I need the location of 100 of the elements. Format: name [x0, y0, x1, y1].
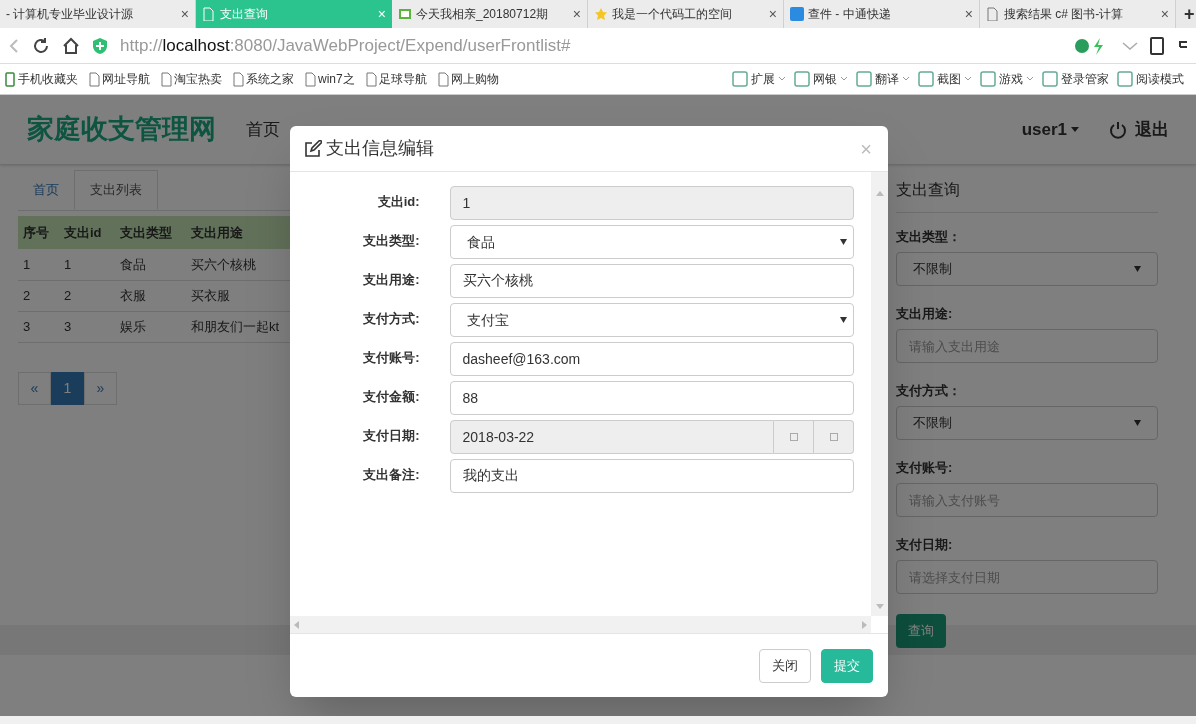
- table-cell: 买衣服: [186, 280, 286, 311]
- caret-icon: [902, 76, 910, 82]
- shield-icon: [92, 36, 108, 55]
- input-field[interactable]: 88: [449, 381, 854, 415]
- toolbar-icon: [1117, 71, 1133, 87]
- bookmark-link[interactable]: 网上购物: [450, 70, 499, 88]
- field-label: 支出用途:: [896, 306, 954, 321]
- tablet-icon: [1150, 36, 1164, 55]
- square-icon: [829, 433, 838, 441]
- back-icon: [8, 37, 20, 54]
- table-cell: 2: [59, 280, 115, 311]
- tab[interactable]: 支出列表: [74, 170, 158, 210]
- user-menu[interactable]: user1: [1021, 116, 1079, 143]
- page-icon: [88, 71, 100, 87]
- toolbar-button[interactable]: 翻译: [875, 70, 899, 88]
- field-label: 支出类型：: [896, 229, 962, 244]
- scroll-left-icon: [294, 620, 299, 629]
- toolbar-button[interactable]: 网银: [813, 70, 837, 88]
- input-field[interactable]: 我的支出: [449, 459, 854, 493]
- column-header: 支出用途: [186, 216, 286, 249]
- nav-link[interactable]: 首页: [246, 116, 280, 143]
- modal-title: 支出信息编辑: [326, 137, 434, 160]
- field-label: 支出备注:: [362, 466, 420, 484]
- close-icon[interactable]: ×: [1160, 3, 1169, 25]
- table-cell: 娱乐: [115, 311, 186, 342]
- bookmark-link[interactable]: 淘宝热卖: [174, 70, 222, 88]
- field-label: 支出类型:: [362, 232, 420, 250]
- caret-icon: [964, 76, 972, 82]
- reload-icon: [32, 36, 50, 55]
- star-icon: [594, 7, 608, 21]
- toolbar-button[interactable]: 扩展: [751, 70, 775, 88]
- column-header: 序号: [18, 216, 59, 249]
- bookmark-link[interactable]: 手机收藏夹: [18, 70, 78, 88]
- tab-label: - 计算机专业毕业设计源: [6, 6, 135, 23]
- toolbar-icon: [732, 71, 748, 87]
- dialog-button[interactable]: 关闭: [759, 648, 811, 683]
- select-field[interactable]: 食品: [449, 225, 854, 259]
- bookmark-link[interactable]: 系统之家: [246, 70, 294, 88]
- home-icon: [62, 36, 80, 55]
- input-field[interactable]: 买六个核桃: [449, 264, 854, 298]
- phone-icon: [4, 71, 16, 87]
- select-field[interactable]: 支付宝: [449, 303, 854, 337]
- caret-icon: [840, 239, 847, 245]
- caret-icon: [1026, 76, 1034, 82]
- page-icon: [436, 71, 449, 87]
- table-cell: 1: [18, 249, 59, 280]
- toolbar-icon: [794, 71, 810, 87]
- toolbar-icon: [980, 71, 996, 87]
- date-field: 2018-03-22: [449, 420, 774, 454]
- caret-icon: [840, 317, 847, 323]
- close-icon[interactable]: ×: [964, 3, 973, 25]
- field-label: 支出用途:: [362, 271, 420, 289]
- tab-label: 我是一个代码工的空间: [612, 6, 733, 23]
- input-field[interactable]: dasheef@163.com: [449, 342, 854, 376]
- square-icon: [789, 433, 798, 441]
- toolbar-button[interactable]: 登录管家: [1061, 70, 1109, 88]
- calendar-button[interactable]: [814, 420, 854, 454]
- logout-link[interactable]: 退出: [1135, 116, 1169, 143]
- scroll-up-icon: [876, 191, 884, 196]
- field-label: 支付日期:: [362, 427, 420, 445]
- tab-label: 搜索结果 c# 图书-计算: [1004, 6, 1125, 23]
- table-cell: 衣服: [115, 280, 186, 311]
- bookmark-link[interactable]: 网址导航: [102, 70, 150, 88]
- input-field: 1: [449, 186, 854, 220]
- column-header: 支出id: [59, 216, 115, 249]
- caret-icon: [778, 76, 786, 82]
- video-icon: [398, 7, 412, 21]
- tab-label: 查件 - 中通快递: [808, 6, 892, 23]
- caret-icon: [840, 76, 848, 82]
- toolbar-button[interactable]: 游戏: [999, 70, 1023, 88]
- field-label: 支付金额:: [362, 388, 420, 406]
- page-icon: [986, 7, 1000, 21]
- bookmark-link[interactable]: 足球导航: [378, 70, 427, 88]
- field-label: 支付方式:: [362, 310, 420, 328]
- scroll-right-icon: [862, 620, 867, 629]
- bookmark-link[interactable]: win7之: [318, 70, 355, 88]
- caret-icon: [1071, 127, 1079, 132]
- field-label: 支付账号:: [896, 460, 954, 475]
- select-field[interactable]: 不限制: [896, 406, 1158, 440]
- field-label: 支付方式：: [896, 383, 962, 398]
- toolbar-icon: [918, 71, 934, 87]
- new-tab-button[interactable]: +: [1176, 0, 1196, 28]
- page-icon: [232, 71, 244, 87]
- page-icon: [304, 71, 316, 87]
- close-icon[interactable]: ×: [572, 3, 581, 25]
- page-icon: [202, 7, 216, 21]
- power-icon: [1109, 120, 1127, 139]
- select-field[interactable]: 不限制: [896, 252, 1158, 286]
- tab-label: 支出查询: [220, 6, 269, 23]
- table-cell: 3: [18, 311, 59, 342]
- calendar-button[interactable]: [774, 420, 814, 454]
- page-icon: [364, 71, 377, 87]
- column-header: 支出类型: [115, 216, 186, 249]
- caret-icon: [1134, 266, 1141, 272]
- table-cell: 食品: [115, 249, 186, 280]
- close-icon[interactable]: ×: [768, 3, 777, 25]
- toolbar-button[interactable]: 截图: [937, 70, 961, 88]
- toolbar-button[interactable]: 阅读模式: [1136, 70, 1184, 88]
- address-field[interactable]: http://localhost:8080/JavaWebProject/Expend/userFrontlist#: [120, 32, 1062, 59]
- close-icon[interactable]: ×: [180, 3, 189, 25]
